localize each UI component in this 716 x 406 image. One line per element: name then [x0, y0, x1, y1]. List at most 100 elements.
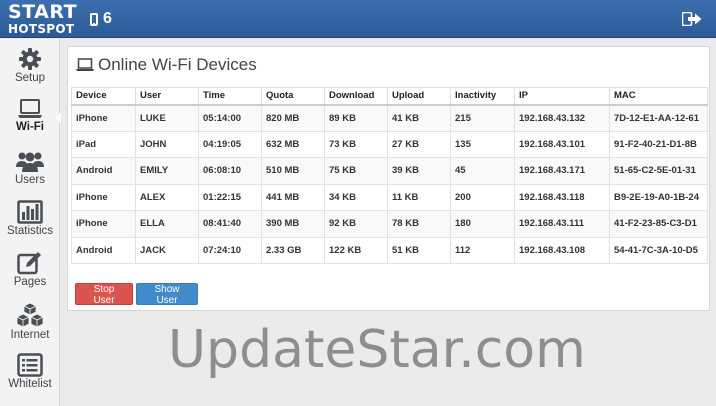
col-time[interactable]: Time: [198, 87, 262, 106]
phone-icon: [90, 12, 98, 26]
cell-device: iPhone: [71, 210, 136, 238]
col-upload[interactable]: Upload: [387, 87, 451, 106]
cell-download: 34 KB: [324, 183, 388, 211]
cell-quota: 441 MB: [261, 183, 325, 211]
cell-inactivity: 200: [450, 183, 515, 211]
cell-upload: 78 KB: [387, 210, 451, 238]
cell-mac: 41-F2-23-85-C3-D1: [609, 210, 708, 238]
col-mac[interactable]: MAC: [609, 87, 708, 106]
cell-device: iPad: [71, 130, 136, 158]
top-bar: START HOTSPOT 6: [0, 0, 716, 38]
cell-inactivity: 135: [450, 130, 515, 158]
cell-ip: 192.168.43.108: [514, 236, 610, 264]
cell-mac: 54-41-7C-3A-10-D5: [609, 236, 708, 264]
cell-download: 92 KB: [324, 210, 388, 238]
stop-user-button[interactable]: Stop User: [75, 283, 133, 306]
cell-mac: 51-65-C2-5E-01-31: [609, 157, 708, 185]
cell-user: EMILY: [135, 157, 199, 185]
logo-top-text: START: [8, 1, 78, 23]
cell-ip: 192.168.43.132: [514, 104, 610, 132]
cell-inactivity: 180: [450, 210, 515, 238]
cell-download: 89 KB: [324, 104, 388, 132]
show-user-button[interactable]: Show User: [136, 283, 198, 306]
table-row[interactable]: Android JACK 07:24:10 2.33 GB 122 KB 51 …: [71, 236, 708, 264]
cubes-icon: [16, 302, 44, 328]
gear-icon: [19, 48, 41, 70]
sidebar-item-label: Internet: [10, 329, 50, 341]
bar-chart-icon: [17, 200, 43, 224]
sidebar-item-internet[interactable]: Internet: [0, 298, 60, 348]
sidebar-item-label: Statistics: [6, 225, 53, 237]
table-row[interactable]: Android EMILY 06:08:10 510 MB 75 KB 39 K…: [71, 157, 708, 185]
panel-title-text: Online Wi-Fi Devices: [98, 55, 257, 74]
cell-upload: 39 KB: [387, 157, 451, 185]
sidebar-item-setup[interactable]: Setup: [0, 43, 60, 93]
devices-table: Device User Time Quota Download Upload I…: [71, 87, 708, 264]
cell-upload: 27 KB: [387, 130, 451, 158]
cell-quota: 510 MB: [261, 157, 325, 185]
cell-inactivity: 45: [450, 157, 515, 185]
cell-ip: 192.168.43.111: [514, 210, 610, 238]
cell-user: LUKE: [135, 104, 199, 132]
edit-icon: [17, 252, 41, 275]
col-user[interactable]: User: [135, 87, 199, 106]
sidebar-item-wifi[interactable]: Wi-Fi: [0, 94, 61, 144]
cell-mac: B9-2E-19-A0-1B-24: [609, 183, 708, 211]
cell-user: ELLA: [135, 210, 199, 238]
cell-ip: 192.168.43.171: [514, 157, 610, 185]
col-device[interactable]: Device: [71, 87, 136, 106]
cell-inactivity: 112: [450, 236, 515, 264]
device-count-value: 6: [103, 10, 112, 27]
cell-device: Android: [71, 157, 136, 185]
cell-quota: 820 MB: [261, 104, 325, 132]
cell-quota: 2.33 GB: [261, 236, 325, 264]
cell-time: 01:22:15: [198, 183, 262, 211]
laptop-icon: [18, 99, 42, 118]
cell-upload: 51 KB: [387, 236, 451, 264]
list-icon: [17, 353, 43, 377]
cell-inactivity: 215: [450, 104, 515, 132]
cell-time: 08:41:40: [198, 210, 262, 238]
table-row[interactable]: iPhone ALEX 01:22:15 441 MB 34 KB 11 KB …: [71, 183, 708, 211]
sidebar: Setup Wi-Fi Users Statistics Pages Inter…: [0, 39, 61, 406]
cell-user: JACK: [135, 236, 199, 264]
cell-mac: 91-F2-40-21-D1-8B: [609, 130, 708, 158]
sidebar-item-statistics[interactable]: Statistics: [0, 196, 60, 246]
cell-device: iPhone: [71, 104, 136, 132]
cell-time: 07:24:10: [198, 236, 262, 264]
sidebar-item-label: Setup: [14, 72, 46, 84]
logo-bottom-text: HOTSPOT: [8, 22, 75, 36]
cell-upload: 11 KB: [387, 183, 451, 211]
sidebar-item-whitelist[interactable]: Whitelist: [0, 349, 60, 399]
sidebar-item-label: Pages: [13, 276, 47, 288]
cell-device: iPhone: [71, 183, 136, 211]
col-ip[interactable]: IP: [514, 87, 610, 106]
sidebar-item-users[interactable]: Users: [0, 145, 60, 195]
cell-download: 122 KB: [324, 236, 388, 264]
cell-mac: 7D-12-E1-AA-12-61: [609, 104, 708, 132]
sidebar-item-label: Whitelist: [8, 378, 52, 390]
table-row[interactable]: iPhone LUKE 05:14:00 820 MB 89 KB 41 KB …: [71, 104, 708, 132]
laptop-icon: [76, 58, 94, 71]
cell-quota: 390 MB: [261, 210, 325, 238]
cell-user: JOHN: [135, 130, 199, 158]
sidebar-item-pages[interactable]: Pages: [0, 247, 60, 297]
start-hotspot-logo: START HOTSPOT: [8, 1, 78, 36]
cell-user: ALEX: [135, 183, 199, 211]
table-row[interactable]: iPhone ELLA 08:41:40 390 MB 92 KB 78 KB …: [71, 210, 708, 238]
cell-ip: 192.168.43.101: [514, 130, 610, 158]
sidebar-item-label: Wi-Fi: [16, 121, 44, 133]
online-devices-panel: Online Wi-Fi Devices Device User Time Qu…: [67, 46, 710, 311]
col-download[interactable]: Download: [324, 87, 388, 106]
logout-icon[interactable]: [682, 12, 702, 26]
col-quota[interactable]: Quota: [261, 87, 325, 106]
col-inactivity[interactable]: Inactivity: [450, 87, 515, 106]
users-icon: [16, 152, 44, 172]
cell-ip: 192.168.43.118: [514, 183, 610, 211]
updatestar-watermark: UpdateStar.com: [168, 320, 586, 380]
cell-upload: 41 KB: [387, 104, 451, 132]
sidebar-item-label: Users: [14, 174, 46, 186]
table-header-row: Device User Time Quota Download Upload I…: [71, 87, 708, 106]
table-row[interactable]: iPad JOHN 04:19:05 632 MB 73 KB 27 KB 13…: [71, 130, 708, 158]
devices-table-body: iPhone LUKE 05:14:00 820 MB 89 KB 41 KB …: [71, 104, 708, 264]
